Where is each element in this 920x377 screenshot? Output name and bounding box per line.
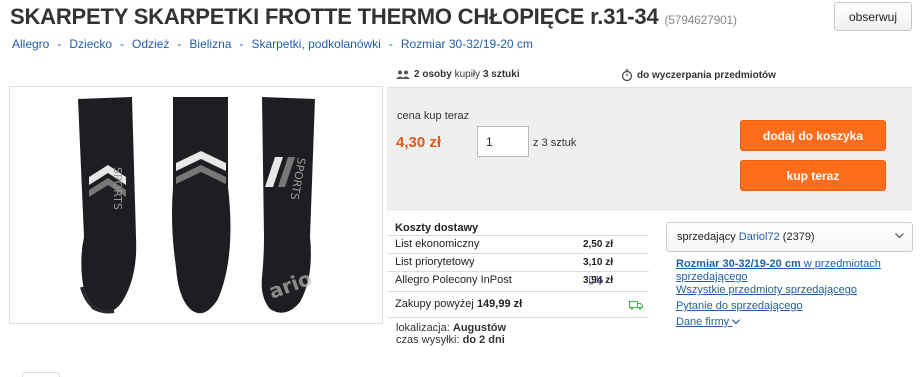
until-label: do wyczerpania przedmiotów [637,69,776,81]
product-photo[interactable]: SPORTS SPORTS ario [9,86,383,324]
sock-text-left: SPORTS [111,167,124,210]
title-text: SKARPETY SKARPETKI FROTTE THERMO CHŁOPIĘ… [10,4,659,29]
location-label: lokalizacja: [396,322,450,334]
seller-rating: (2379) [782,231,815,243]
seller-label: sprzedający [677,231,736,243]
breadcrumb-rozmiar[interactable]: Rozmiar 30-32/19-20 cm [401,37,533,51]
breadcrumb-bielizna[interactable]: Bielizna [189,37,231,51]
buy-box: cena kup teraz 4,30 zł z 3 sztuk dodaj d… [387,87,912,211]
stopwatch-icon [621,69,633,81]
shipping-price: 3,94 zł [582,275,613,286]
dispatch-value: do 2 dni [462,334,505,346]
breadcrumb-skarpetki[interactable]: Skarpetki, podkolanówki [251,37,380,51]
shipping-row: List ekonomiczny 2,50 zł [387,235,649,253]
breadcrumb-odziez[interactable]: Odzież [132,37,169,51]
buyers-qty: 3 sztuki [482,69,520,80]
company-data-label: Dane firmy [676,316,730,328]
seller-category-link[interactable]: Rozmiar 30-32/19-20 cm w przedmiotach sp… [676,258,896,284]
shipping-title: Koszty dostawy [395,222,479,234]
free-shipping-label: Zakupy powyżej [395,298,474,310]
price: 4,30 zł [396,134,442,151]
divider [387,317,649,318]
breadcrumb-dziecko[interactable]: Dziecko [69,37,112,51]
ask-seller-link[interactable]: Pytanie do sprzedającego [676,300,803,313]
buyers-mid: kupiły [454,69,481,80]
free-shipping-row: Zakupy powyżej 149,99 zł [387,291,649,317]
breadcrumb-allegro[interactable]: Allegro [12,37,49,51]
people-icon [396,70,410,79]
page-title: SKARPETY SKARPETKI FROTTE THERMO CHŁOPIĘ… [10,4,737,30]
dispatch-time: czas wysyłki: do 2 dni [396,334,505,346]
price-label: cena kup teraz [397,110,470,122]
company-data-link[interactable]: Dane firmy [676,316,741,329]
chevron-down-icon [895,233,904,239]
seller-all-items-link[interactable]: Wszystkie przedmioty sprzedającego [676,284,857,297]
shipping-name: List ekonomiczny [395,238,480,250]
quantity-input[interactable] [477,126,529,157]
buy-now-button[interactable]: kup teraz [740,160,886,191]
shipping-price: 2,50 zł [582,239,613,250]
quantity-available: z 3 sztuk [533,137,577,149]
until-stat: do wyczerpania przedmiotów [621,69,776,81]
socks-image: SPORTS SPORTS ario [78,97,315,314]
shipping-row: Allegro Polecony InPost 3,94 zł [387,271,649,289]
shipping-name: List priorytetowy [395,256,475,268]
add-to-cart-button[interactable]: dodaj do koszyka [740,120,886,151]
breadcrumb-separator: - [239,37,244,51]
chevron-down-icon [732,319,741,325]
shipping-price: 3,10 zł [582,257,613,268]
breadcrumb-separator: - [57,37,62,51]
seller-name-link[interactable]: Dariol72 [739,231,780,243]
dispatch-label: czas wysyłki: [396,334,460,346]
free-shipping-amount: 149,99 zł [476,298,523,310]
shipping-row: List priorytetowy 3,10 zł [387,253,649,271]
observe-button[interactable]: obserwuj [834,2,912,31]
item-id: (5794627901) [664,13,737,27]
shipping-name: Allegro Polecony InPost [395,274,512,286]
thumbnail-tab[interactable] [22,372,60,377]
buyers-stat: 2 osoby kupiły 3 sztuki [396,69,520,80]
buyers-count: 2 osoby [414,69,452,80]
free-delivery-truck-icon [629,301,643,310]
location-value: Augustów [452,322,507,334]
breadcrumb-separator: - [388,37,393,51]
breadcrumb: Allegro - Dziecko - Odzież - Bielizna - Skarpetk… [12,37,533,51]
seller-category-bold: Rozmiar 30-32/19-20 cm [676,258,801,270]
location: lokalizacja: Augustów [396,322,506,334]
breadcrumb-separator: - [120,37,125,51]
seller-dropdown[interactable]: sprzedający Dariol72 (2379) [666,222,913,252]
breadcrumb-separator: - [177,37,182,51]
